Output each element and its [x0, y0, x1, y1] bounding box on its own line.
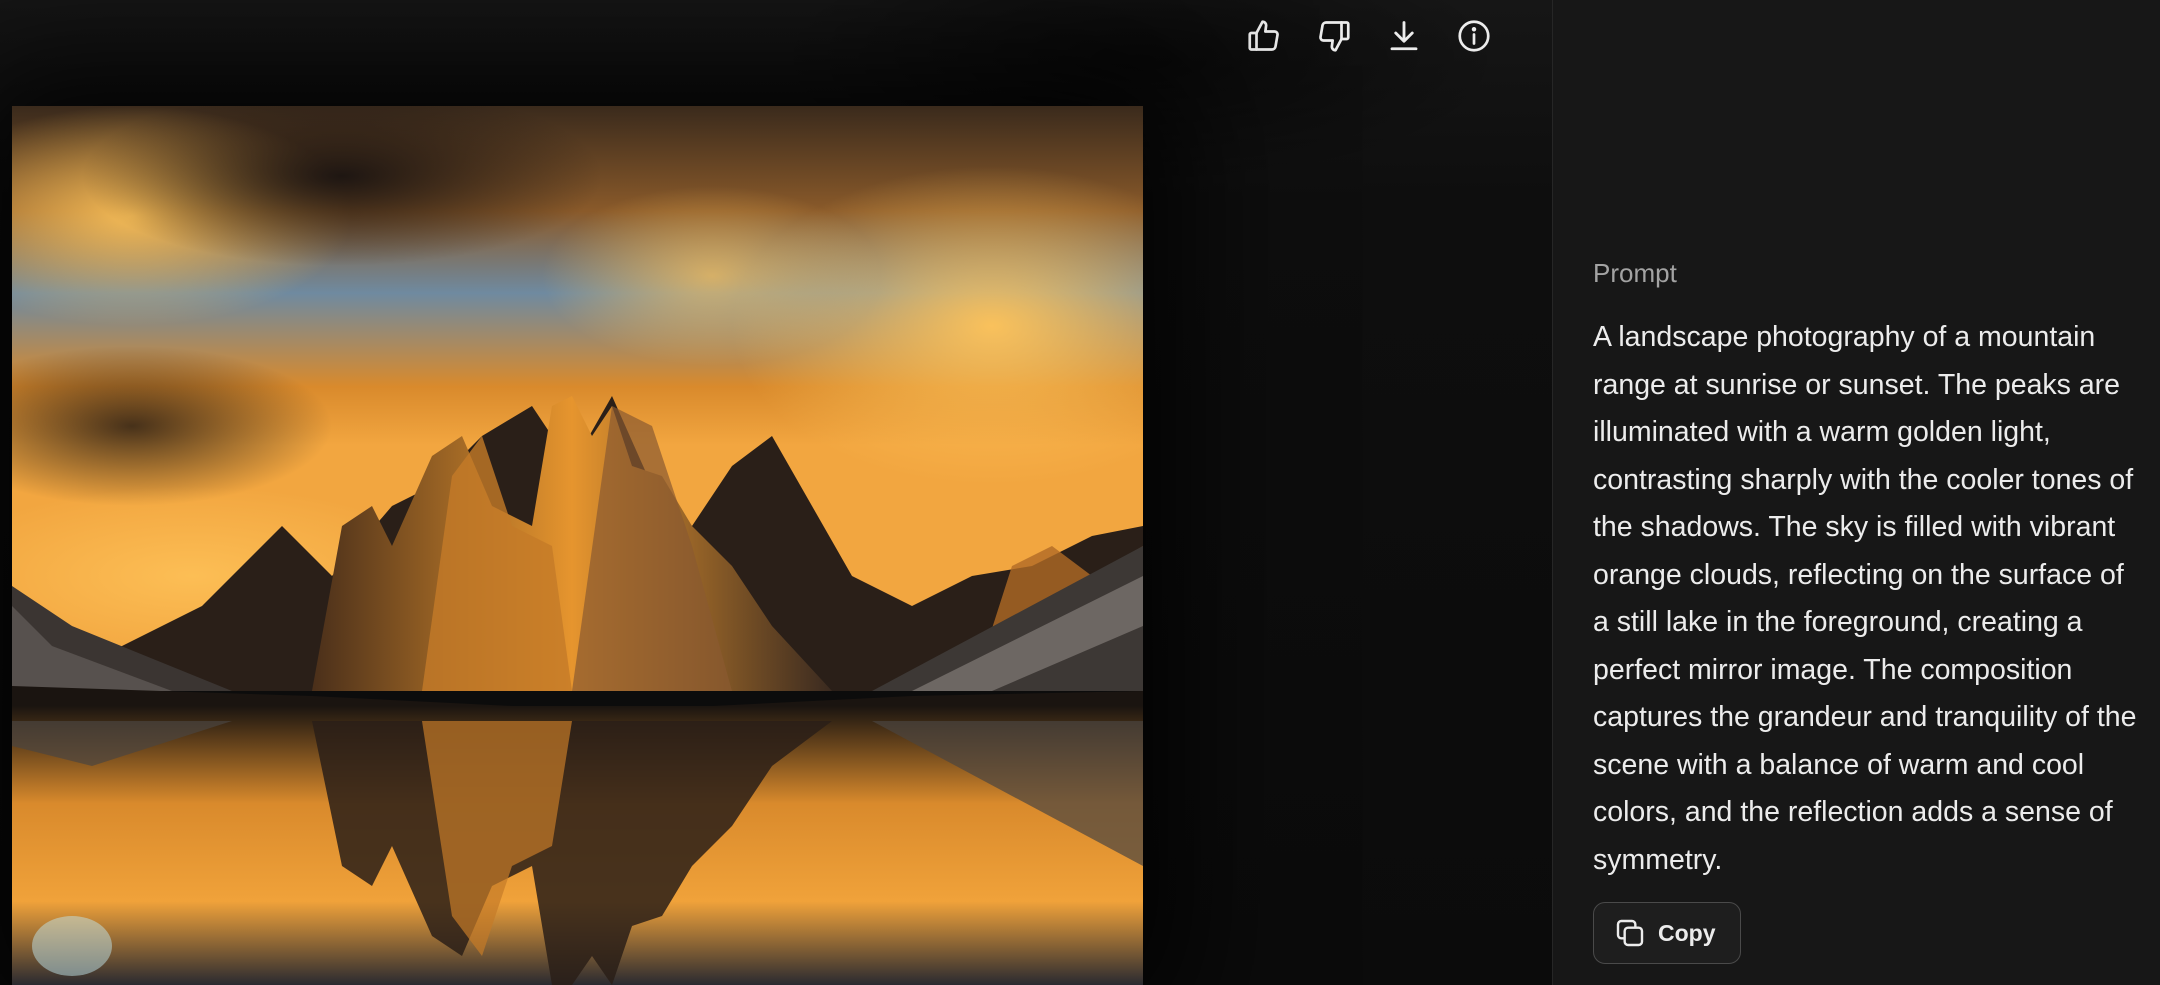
- prompt-panel: Prompt A landscape photography of a moun…: [1553, 0, 2160, 985]
- generated-image[interactable]: [12, 106, 1143, 985]
- download-button[interactable]: [1380, 12, 1428, 60]
- prompt-text: A landscape photography of a mountain ra…: [1593, 321, 2137, 876]
- image-viewer: [0, 0, 1552, 985]
- copy-button[interactable]: Copy: [1593, 902, 1741, 964]
- image-toolbar: [1240, 12, 1498, 60]
- thumbs-up-icon: [1248, 20, 1279, 51]
- thumbs-up-button[interactable]: [1240, 12, 1288, 60]
- thumbs-down-icon: [1319, 21, 1350, 52]
- copy-button-label: Copy: [1658, 919, 1716, 946]
- info-icon: [1458, 20, 1490, 52]
- info-button[interactable]: [1450, 12, 1498, 60]
- prompt-label: Prompt: [1593, 258, 1677, 288]
- copy-icon: [1616, 919, 1644, 947]
- mountain-landscape-image: [12, 106, 1143, 985]
- download-icon: [1390, 21, 1418, 51]
- thumbs-down-button[interactable]: [1310, 12, 1358, 60]
